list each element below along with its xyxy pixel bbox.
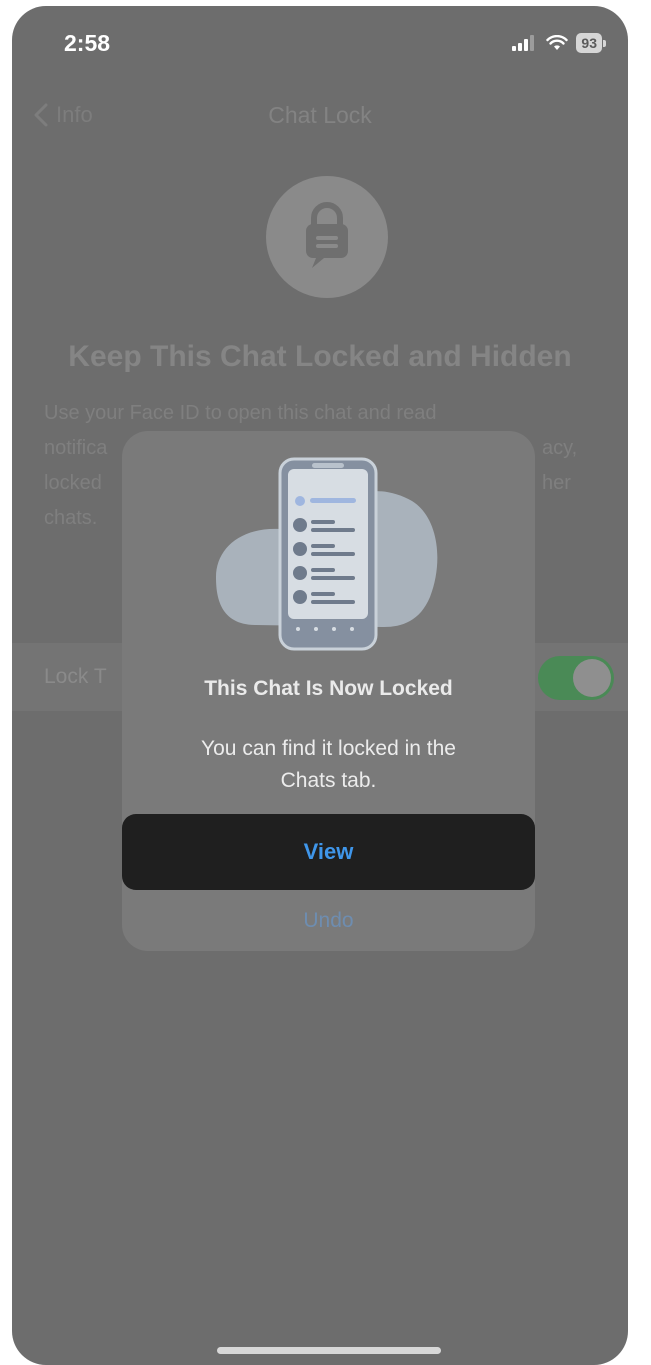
description-line: her: [542, 472, 571, 494]
dialog-message-line: Chats tab.: [280, 769, 377, 792]
description-line: Use your Face ID to open this chat and r…: [44, 402, 437, 424]
cellular-signal-icon: [512, 35, 535, 51]
description-line: chats.: [44, 507, 98, 529]
chat-lock-icon: [266, 176, 388, 298]
dialog-title: This Chat Is Now Locked: [204, 677, 453, 700]
lock-chat-toggle[interactable]: [538, 656, 614, 700]
chat-locked-dialog: This Chat Is Now Locked You can find it …: [122, 431, 535, 951]
phone-screen: 2:58 93 Info Chat Lock Keep This Chat Lo…: [12, 6, 628, 1365]
view-button[interactable]: View: [122, 814, 535, 890]
home-indicator[interactable]: [217, 1347, 441, 1354]
battery-tip: [603, 39, 606, 47]
page-headline: Keep This Chat Locked and Hidden: [68, 340, 572, 373]
status-time: 2:58: [64, 30, 111, 56]
toggle-knob: [573, 659, 611, 697]
wifi-icon: [546, 35, 569, 50]
description-line: locked: [44, 472, 102, 494]
status-bar-icons: 93: [512, 33, 606, 53]
lock-chat-label: Lock T: [44, 665, 107, 688]
locked-chat-phone-illustration: [216, 457, 438, 651]
description-line: acy,: [542, 437, 578, 459]
undo-button[interactable]: Undo: [122, 909, 535, 933]
page-title: Chat Lock: [268, 102, 372, 128]
dialog-message-line: You can find it locked in the: [201, 737, 456, 760]
battery-icon: 93: [576, 33, 602, 53]
description-line: notifica: [44, 437, 108, 459]
